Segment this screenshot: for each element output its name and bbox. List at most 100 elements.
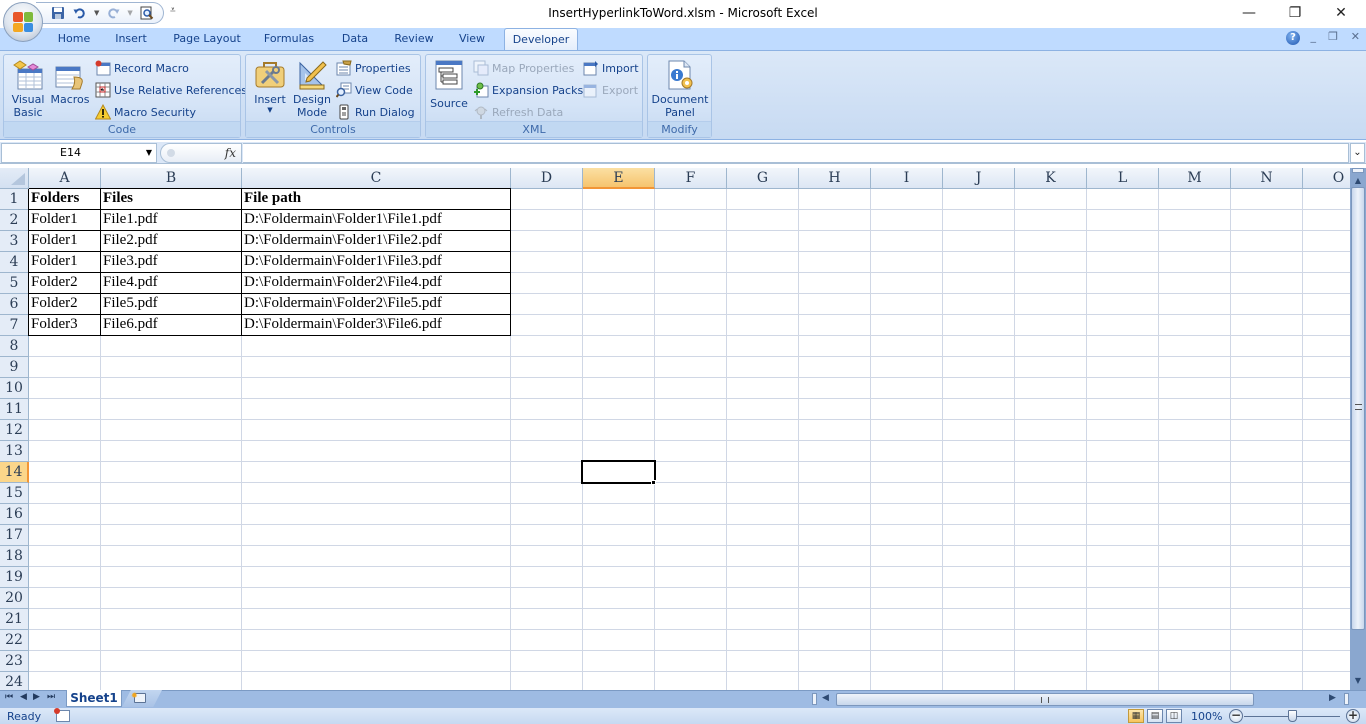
column-header-g[interactable]: G — [727, 168, 799, 189]
row-header-3[interactable]: 3 — [0, 231, 29, 252]
row-header-2[interactable]: 2 — [0, 210, 29, 231]
zoom-out-icon[interactable]: − — [1229, 709, 1243, 723]
insert-control-button[interactable]: Insert ▼ — [250, 59, 290, 114]
horizontal-split-box[interactable] — [812, 693, 817, 705]
help-icon[interactable]: ? — [1286, 31, 1300, 45]
cell-b6[interactable]: File5.pdf — [101, 293, 242, 314]
row-header-1[interactable]: 1 — [0, 189, 29, 210]
vertical-scroll-thumb[interactable] — [1351, 187, 1365, 630]
tab-developer[interactable]: Developer — [504, 28, 578, 51]
resize-handle-icon[interactable] — [167, 149, 175, 157]
horizontal-split-box-right[interactable] — [1344, 693, 1349, 705]
cell-b1[interactable]: Files — [101, 188, 242, 209]
workbook-restore-button[interactable]: ❐ — [1328, 30, 1338, 43]
tab-view[interactable]: View — [452, 32, 492, 50]
cell-c7[interactable]: D:\Foldermain\Folder3\File6.pdf — [242, 314, 511, 335]
column-header-o[interactable]: O — [1303, 168, 1350, 189]
formula-input[interactable] — [243, 143, 1349, 163]
map-properties-button[interactable]: Map Properties — [473, 59, 574, 77]
row-header-11[interactable]: 11 — [0, 399, 29, 420]
column-header-b[interactable]: B — [101, 168, 242, 189]
column-header-i[interactable]: I — [871, 168, 943, 189]
import-button[interactable]: Import — [583, 59, 639, 77]
cell-c5[interactable]: D:\Foldermain\Folder2\File4.pdf — [242, 272, 511, 293]
zoom-slider-thumb[interactable] — [1288, 710, 1297, 722]
row-header-4[interactable]: 4 — [0, 252, 29, 273]
workbook-close-button[interactable]: ✕ — [1351, 30, 1360, 43]
page-layout-view-button[interactable]: ▤ — [1147, 709, 1163, 723]
cell-a6[interactable]: Folder2 — [29, 293, 101, 314]
record-macro-button[interactable]: Record Macro — [95, 59, 189, 77]
row-header-22[interactable]: 22 — [0, 630, 29, 651]
name-box[interactable]: E14 ▼ — [1, 143, 157, 163]
design-mode-button[interactable]: Design Mode — [292, 59, 332, 119]
row-header-9[interactable]: 9 — [0, 357, 29, 378]
first-sheet-icon[interactable]: ⏮ — [5, 692, 13, 702]
close-button[interactable]: ✕ — [1330, 3, 1352, 23]
column-header-e[interactable]: E — [583, 168, 655, 189]
macros-button[interactable]: Macros — [50, 59, 90, 106]
row-header-15[interactable]: 15 — [0, 483, 29, 504]
minimize-button[interactable]: — — [1238, 3, 1260, 23]
cell-b5[interactable]: File4.pdf — [101, 272, 242, 293]
column-header-k[interactable]: K — [1015, 168, 1087, 189]
cell-b3[interactable]: File2.pdf — [101, 230, 242, 251]
select-all-button[interactable] — [0, 168, 29, 189]
row-header-21[interactable]: 21 — [0, 609, 29, 630]
worksheet-grid[interactable]: ABCDEFGHIJKLMNO 1 2 3 4 5 6 7 8 9 10 11 12 13 14 15 16 1… — [0, 168, 1350, 690]
row-header-18[interactable]: 18 — [0, 546, 29, 567]
cell-b7[interactable]: File6.pdf — [101, 314, 242, 335]
tab-home[interactable]: Home — [52, 32, 96, 50]
cell-b4[interactable]: File3.pdf — [101, 251, 242, 272]
macro-security-button[interactable]: Macro Security — [94, 103, 196, 121]
insert-function-icon[interactable]: fx — [225, 146, 236, 160]
properties-button[interactable]: Properties — [336, 59, 411, 77]
name-box-dropdown-icon[interactable]: ▼ — [146, 144, 152, 162]
horizontal-scroll-thumb[interactable] — [836, 693, 1254, 706]
tab-formulas[interactable]: Formulas — [259, 32, 319, 50]
cell-c4[interactable]: D:\Foldermain\Folder1\File3.pdf — [242, 251, 511, 272]
cell-c3[interactable]: D:\Foldermain\Folder1\File2.pdf — [242, 230, 511, 251]
normal-view-button[interactable]: ▦ — [1128, 709, 1144, 723]
row-header-8[interactable]: 8 — [0, 336, 29, 357]
cell-b2[interactable]: File1.pdf — [101, 209, 242, 230]
row-header-19[interactable]: 19 — [0, 567, 29, 588]
use-relative-references-button[interactable]: Use Relative References — [95, 81, 247, 99]
cell-a1[interactable]: Folders — [29, 188, 101, 209]
view-code-button[interactable]: View Code — [335, 81, 413, 99]
row-header-10[interactable]: 10 — [0, 378, 29, 399]
scroll-left-arrow-icon[interactable]: ◀ — [822, 693, 829, 703]
prev-sheet-icon[interactable]: ◀ — [20, 692, 27, 702]
column-header-j[interactable]: J — [943, 168, 1015, 189]
run-dialog-button[interactable]: Run Dialog — [336, 103, 415, 121]
column-header-l[interactable]: L — [1087, 168, 1159, 189]
cell-a5[interactable]: Folder2 — [29, 272, 101, 293]
vertical-scrollbar[interactable]: ▲ ▼ — [1350, 168, 1366, 690]
row-header-20[interactable]: 20 — [0, 588, 29, 609]
row-header-7[interactable]: 7 — [0, 315, 29, 336]
zoom-level[interactable]: 100% — [1191, 710, 1222, 723]
scroll-up-arrow-icon[interactable]: ▲ — [1351, 175, 1365, 187]
export-button[interactable]: Export — [583, 81, 638, 99]
last-sheet-icon[interactable]: ⏭ — [47, 692, 55, 702]
scroll-down-arrow-icon[interactable]: ▼ — [1351, 675, 1365, 687]
tab-page-layout[interactable]: Page Layout — [168, 32, 246, 50]
row-header-12[interactable]: 12 — [0, 420, 29, 441]
cell-a3[interactable]: Folder1 — [29, 230, 101, 251]
cell-c6[interactable]: D:\Foldermain\Folder2\File5.pdf — [242, 293, 511, 314]
expand-formula-bar-icon[interactable]: ⌄ — [1350, 143, 1365, 163]
cell-a7[interactable]: Folder3 — [29, 314, 101, 335]
refresh-data-button[interactable]: Refresh Data — [473, 103, 563, 121]
row-header-6[interactable]: 6 — [0, 294, 29, 315]
column-header-h[interactable]: H — [799, 168, 871, 189]
page-break-preview-button[interactable]: ◫ — [1166, 709, 1182, 723]
visual-basic-button[interactable]: Visual Basic — [8, 59, 48, 119]
tab-insert[interactable]: Insert — [108, 32, 154, 50]
cell-a2[interactable]: Folder1 — [29, 209, 101, 230]
sheet-tab-sheet1[interactable]: Sheet1 — [66, 690, 122, 707]
cell-c1[interactable]: File path — [242, 188, 511, 209]
expansion-packs-button[interactable]: Expansion Packs — [473, 81, 583, 99]
vertical-split-box[interactable] — [1352, 168, 1364, 173]
column-header-f[interactable]: F — [655, 168, 727, 189]
row-header-24[interactable]: 24 — [0, 672, 29, 690]
